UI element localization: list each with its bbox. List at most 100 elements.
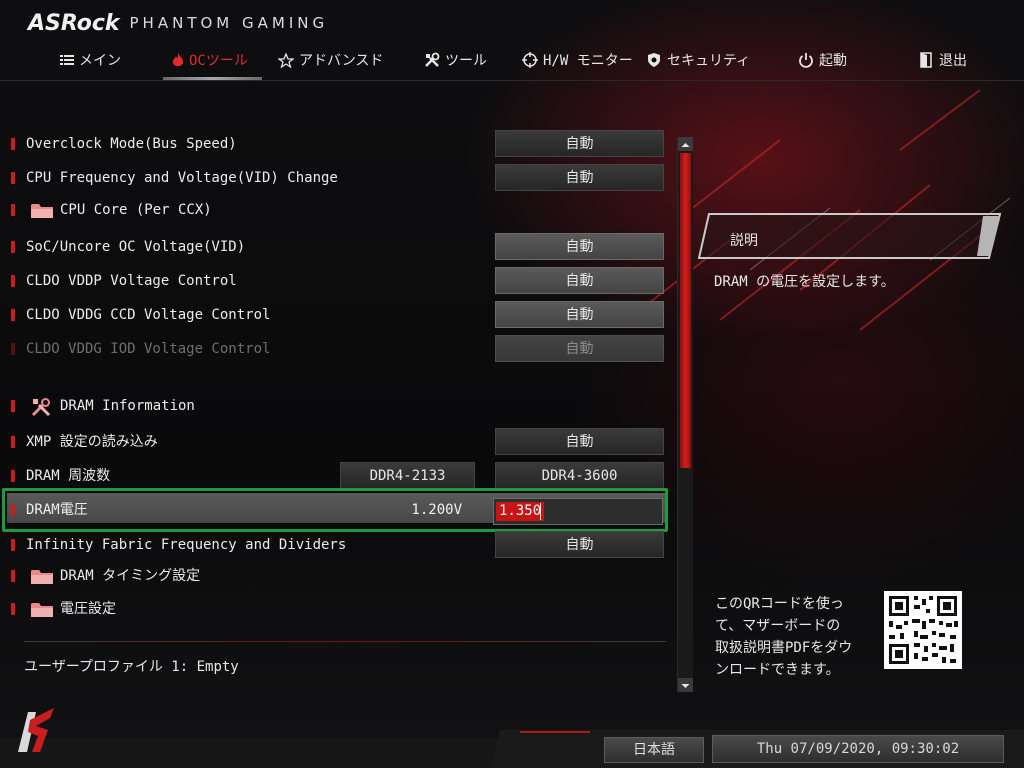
tab-main[interactable]: メイン (60, 42, 121, 78)
active-tab-indicator (163, 77, 262, 80)
tab-security-label: セキュリティ (667, 53, 751, 69)
flame-icon (172, 52, 184, 66)
user-profile-status: ユーザープロファイル 1: Empty (24, 659, 239, 675)
row-marker (11, 603, 15, 615)
top-nav: メイン OCツール アドバンスド ツール H/W モニター セキュリティ 起動 … (0, 42, 1024, 81)
tab-oc-tools[interactable]: OCツール (172, 42, 248, 78)
tab-oc-tools-label: OCツール (189, 53, 248, 69)
tools-icon (425, 52, 440, 67)
setting-xmp[interactable]: XMP 設定の読み込み 自動 (0, 427, 670, 457)
scroll-down-button[interactable] (678, 678, 693, 692)
row-marker (11, 204, 15, 216)
row-marker (11, 436, 15, 448)
system-datetime: Thu 07/09/2020, 09:30:02 (712, 735, 1004, 763)
power-icon (799, 53, 813, 68)
soc-uncore-value[interactable]: 自動 (495, 233, 664, 260)
chevron-down-icon (681, 684, 690, 688)
submenu-voltage-settings[interactable]: 電圧設定 (0, 594, 670, 624)
cldo-vddg-iod-value: 自動 (495, 335, 664, 362)
row-marker (11, 241, 15, 253)
qr-instructions-line: 取扱説明書PDFをダウ (715, 640, 853, 656)
cldo-vddp-value[interactable]: 自動 (495, 267, 664, 294)
exit-icon (920, 52, 932, 68)
setting-label: CLDO VDDG CCD Voltage Control (26, 307, 271, 323)
cpu-freq-vid-value[interactable]: 自動 (495, 164, 664, 191)
row-marker (11, 138, 15, 150)
cldo-vddg-ccd-value[interactable]: 自動 (495, 301, 664, 328)
tab-tools[interactable]: ツール (424, 42, 487, 78)
crosshair-icon (522, 52, 538, 68)
submenu-label: 電圧設定 (60, 601, 116, 617)
tab-hw-monitor-label: H/W モニター (543, 53, 633, 69)
tab-advanced[interactable]: アドバンスド (278, 42, 383, 78)
row-marker (11, 275, 15, 287)
setting-overclock-mode[interactable]: Overclock Mode(Bus Speed) 自動 (0, 129, 670, 159)
row-marker (11, 343, 15, 355)
qr-instructions: このQRコードを使っ て、マザーボードの 取扱説明書PDFをダウ ンロードできま… (715, 593, 875, 681)
dram-frequency-current: DDR4-2133 (340, 462, 475, 489)
submenu-label: DRAM Information (60, 398, 195, 414)
row-marker (11, 400, 15, 412)
setting-label: CLDO VDDG IOD Voltage Control (26, 341, 271, 357)
xmp-value[interactable]: 自動 (495, 428, 664, 455)
row-marker (11, 309, 15, 321)
setting-label: XMP 設定の読み込み (26, 434, 158, 450)
tab-tools-label: ツール (445, 53, 487, 69)
setting-label: Overclock Mode(Bus Speed) (26, 136, 237, 152)
folder-icon (31, 570, 53, 584)
qr-code (884, 591, 962, 669)
tab-main-label: メイン (79, 53, 121, 69)
row-marker (11, 539, 15, 551)
phantom-gaming-emblem (18, 708, 54, 752)
setting-cldo-vddg-ccd[interactable]: CLDO VDDG CCD Voltage Control 自動 (0, 300, 670, 330)
submenu-dram-information[interactable]: DRAM Information (0, 391, 670, 421)
setting-infinity-fabric[interactable]: Infinity Fabric Frequency and Dividers 自… (0, 530, 670, 560)
infinity-fabric-value[interactable]: 自動 (495, 531, 664, 558)
qr-instructions-line: ンロードできます。 (715, 662, 840, 678)
scrollbar-thumb[interactable] (680, 153, 691, 468)
shield-icon (648, 53, 660, 67)
folder-icon (31, 204, 53, 218)
setting-cldo-vddg-iod: CLDO VDDG IOD Voltage Control 自動 (0, 334, 670, 364)
row-marker (11, 570, 15, 582)
divider (24, 641, 666, 642)
tab-exit[interactable]: 退出 (920, 42, 967, 78)
selection-outline (2, 488, 668, 532)
chevron-up-icon (681, 143, 690, 147)
tab-boot-label: 起動 (819, 53, 847, 69)
folder-icon (31, 603, 53, 617)
submenu-label: DRAM タイミング設定 (60, 568, 201, 584)
tab-hw-monitor[interactable]: H/W モニター (522, 42, 633, 78)
submenu-cpu-core[interactable]: CPU Core (Per CCX) (0, 195, 670, 225)
setting-dram-frequency[interactable]: DRAM 周波数 DDR4-2133 DDR4-3600 (0, 461, 670, 491)
setting-label: CPU Frequency and Voltage(VID) Change (26, 170, 338, 186)
setting-soc-uncore-voltage[interactable]: SoC/Uncore OC Voltage(VID) 自動 (0, 232, 670, 262)
setting-label: DRAM 周波数 (26, 468, 111, 484)
qr-instructions-line: このQRコードを使っ (715, 596, 844, 612)
overclock-mode-value[interactable]: 自動 (495, 130, 664, 157)
row-marker (11, 172, 15, 184)
scroll-up-button[interactable] (678, 137, 693, 151)
description-title: 説明 (730, 233, 758, 249)
phantom-gaming-logo-text: PHANTOM GAMING (129, 14, 329, 32)
row-marker (11, 470, 15, 482)
tab-exit-label: 退出 (939, 53, 967, 69)
star-icon (278, 52, 294, 68)
submenu-label: CPU Core (Per CCX) (60, 202, 212, 218)
list-icon (60, 55, 74, 65)
tab-boot[interactable]: 起動 (798, 42, 847, 78)
setting-cldo-vddp[interactable]: CLDO VDDP Voltage Control 自動 (0, 266, 670, 296)
brand-logo: ASRock PHANTOM GAMING (28, 8, 328, 38)
dram-frequency-value[interactable]: DDR4-3600 (495, 462, 664, 489)
language-button[interactable]: 日本語 (604, 737, 704, 763)
tools-icon (31, 398, 51, 417)
qr-instructions-line: て、マザーボードの (715, 618, 841, 634)
submenu-dram-timing[interactable]: DRAM タイミング設定 (0, 561, 670, 591)
settings-scrollbar[interactable] (677, 137, 693, 692)
setting-label: SoC/Uncore OC Voltage(VID) (26, 239, 246, 255)
description-text: DRAM の電圧を設定します。 (714, 274, 895, 290)
setting-label: CLDO VDDP Voltage Control (26, 273, 237, 289)
setting-cpu-freq-vid[interactable]: CPU Frequency and Voltage(VID) Change 自動 (0, 163, 670, 193)
tab-security[interactable]: セキュリティ (646, 42, 750, 78)
setting-label: Infinity Fabric Frequency and Dividers (26, 537, 347, 553)
